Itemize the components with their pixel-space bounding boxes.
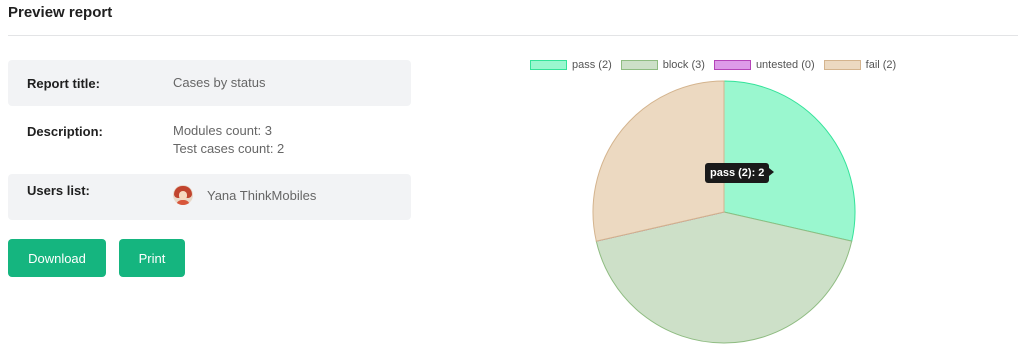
chart-tooltip: pass (2): 2 (705, 163, 775, 183)
pie-chart (592, 80, 856, 344)
